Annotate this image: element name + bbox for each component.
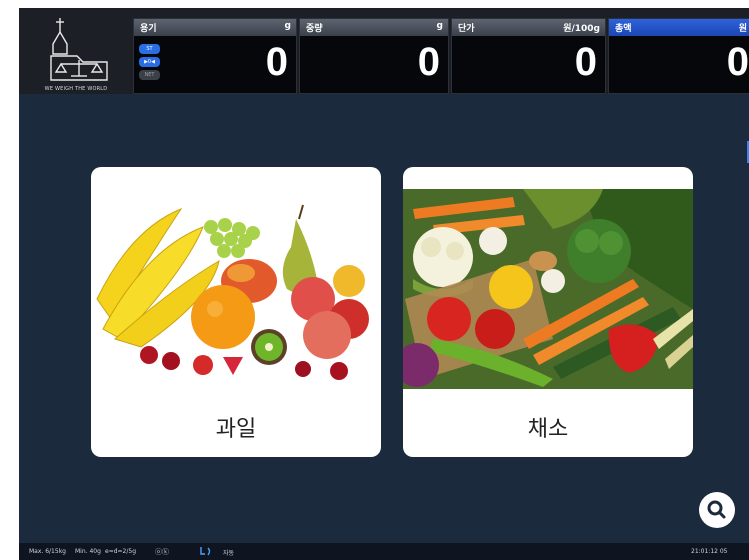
weight-panel: 중량 g 0	[299, 18, 449, 94]
unit-price-panel: 단가 원/100g 0	[451, 18, 606, 94]
category-label-fruit: 과일	[215, 417, 257, 442]
church-scale-icon	[50, 18, 108, 81]
mode-label: 자동	[223, 550, 235, 557]
weight-label: 중량	[306, 24, 323, 34]
tare-value: 0	[265, 40, 288, 84]
weight-unit: g	[436, 21, 443, 31]
total-label: 총액	[615, 24, 632, 34]
search-icon	[707, 500, 726, 519]
weight-value: 0	[417, 40, 440, 84]
status-indicators: ST ▶0◀ NET	[139, 44, 160, 83]
division-info: e=d=2/5g	[105, 548, 137, 555]
category-card-fruit[interactable]: 과일	[91, 167, 381, 457]
vegetable-image	[403, 189, 693, 389]
ok-icon: ⓞⓚ	[155, 548, 169, 556]
search-button[interactable]	[699, 492, 735, 528]
scale-mode-icon	[199, 546, 213, 558]
max-capacity: Max. 6/15kg	[29, 548, 66, 555]
clock: 21:01:12 05	[691, 548, 728, 555]
tare-label: 용기	[140, 24, 157, 34]
unit-price-value: 0	[574, 40, 597, 84]
header-bar: WE WEIGH THE WORLD 용기 g ST ▶0◀ NET 0 중량 …	[19, 8, 749, 94]
fruit-image	[91, 189, 381, 389]
category-card-vegetable[interactable]: 채소	[403, 167, 693, 457]
category-label-vegetable: 채소	[527, 417, 569, 442]
total-value: 0	[726, 40, 749, 84]
tare-panel: 용기 g ST ▶0◀ NET 0	[133, 18, 297, 94]
unit-price-label: 단가	[458, 24, 475, 34]
tare-unit: g	[284, 21, 291, 31]
logo-text: WE WEIGH THE WORLD	[44, 86, 108, 92]
net-indicator: NET	[139, 70, 160, 80]
unit-price-unit: 원/100g	[563, 24, 600, 34]
status-bar: Max. 6/15kg Min. 40g e=d=2/5g ⓞⓚ 자동 21:0…	[19, 543, 749, 560]
total-panel: 총액 원 0	[608, 18, 749, 94]
brand-logo: WE WEIGH THE WORLD	[27, 14, 125, 96]
total-unit: 원	[738, 24, 747, 34]
stable-indicator: ST	[139, 44, 160, 54]
scale-screen: WE WEIGH THE WORLD 용기 g ST ▶0◀ NET 0 중량 …	[19, 8, 749, 560]
min-capacity: Min. 40g	[75, 548, 101, 555]
zero-indicator: ▶0◀	[139, 57, 160, 67]
